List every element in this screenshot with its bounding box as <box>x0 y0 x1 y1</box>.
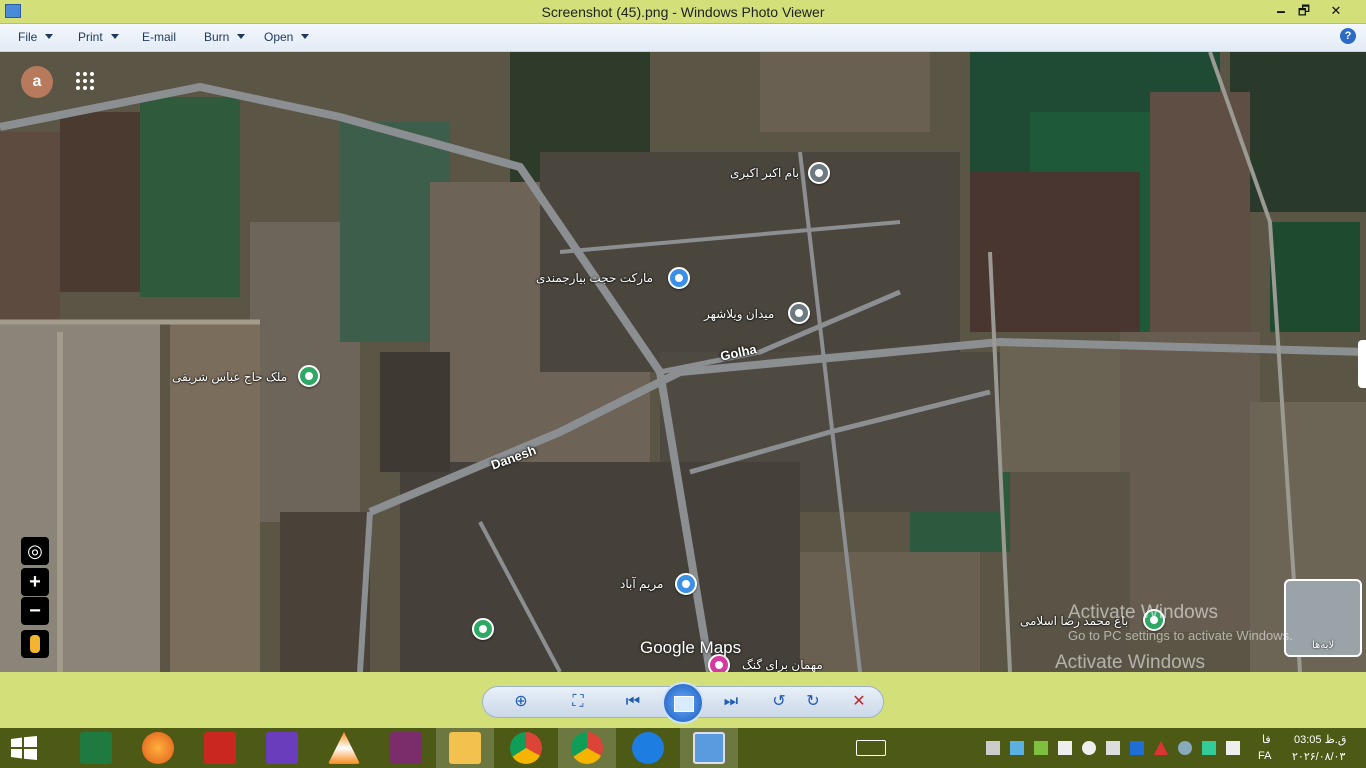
edge-icon[interactable] <box>632 732 664 764</box>
place-label[interactable]: مهمان برای گنگ <box>742 658 823 672</box>
zoom-in-button[interactable]: + <box>21 568 49 596</box>
map-pin-icon[interactable] <box>808 162 830 184</box>
keyboard-icon[interactable] <box>856 740 886 756</box>
place-label[interactable]: مریم آباد <box>620 577 663 591</box>
firefox-icon[interactable] <box>142 732 174 764</box>
rotate-ccw-icon[interactable]: ↺ <box>768 692 790 712</box>
file-explorer-icon[interactable] <box>449 732 481 764</box>
battery-icon[interactable] <box>1058 741 1072 755</box>
layers-label: لایه‌ها <box>1312 640 1335 651</box>
menu-burn[interactable]: Burn <box>204 30 246 44</box>
nvidia-icon[interactable] <box>1034 741 1048 755</box>
side-panel-handle[interactable] <box>1358 340 1366 388</box>
photo-viewer-icon[interactable] <box>693 732 725 764</box>
clock-time[interactable]: 03:05 ق.ظ <box>1294 733 1346 746</box>
apps-grid-icon[interactable] <box>76 72 94 90</box>
language-label[interactable]: فا <box>1262 733 1271 746</box>
place-label[interactable]: بام اکبر اکبری <box>730 166 799 180</box>
flower-pin-icon[interactable] <box>298 365 320 387</box>
pegman-icon[interactable] <box>21 630 49 658</box>
menu-email[interactable]: E-mail <box>142 30 176 44</box>
map-pin-icon[interactable] <box>788 302 810 324</box>
zoom-out-button[interactable]: − <box>21 597 49 625</box>
taskbar: فا FA 03:05 ق.ظ ۲۰۲۶/۰۸/۰۳ <box>0 728 1366 768</box>
chevron-down-icon <box>301 34 310 39</box>
signal-icon[interactable] <box>1106 741 1120 755</box>
locate-icon[interactable]: ◎ <box>21 537 49 565</box>
vlc-icon[interactable] <box>328 732 360 764</box>
google-maps-watermark: Google Maps <box>640 638 742 657</box>
globe-icon[interactable] <box>1178 741 1192 755</box>
rotate-cw-icon[interactable]: ↻ <box>802 692 824 712</box>
activate-windows-subtitle: Go to PC settings to activate Windows. <box>1068 628 1293 643</box>
layers-button[interactable]: لایه‌ها <box>1284 579 1362 657</box>
action-center-icon[interactable] <box>1226 741 1240 755</box>
network-tray-icon[interactable] <box>1010 741 1024 755</box>
window-title: Screenshot (45).png - Windows Photo View… <box>541 4 825 20</box>
language-code[interactable]: FA <box>1258 750 1271 762</box>
printer-icon[interactable] <box>986 741 1000 755</box>
visual-studio-icon[interactable] <box>266 732 298 764</box>
fit-window-icon[interactable]: ⛶ <box>567 692 589 712</box>
menu-print-label: Print <box>78 30 103 44</box>
chrome-icon[interactable] <box>510 732 542 764</box>
chevron-down-icon <box>237 34 246 39</box>
shopping-cart-pin-icon[interactable] <box>668 267 690 289</box>
zoom-icon[interactable]: ⊕ <box>510 692 532 712</box>
menu-email-label: E-mail <box>142 30 177 44</box>
avatar[interactable]: a <box>21 66 53 98</box>
place-label[interactable]: ملک حاج عباس شریفی <box>172 370 287 384</box>
place-label[interactable]: میدان ویلاشهر <box>704 307 774 321</box>
windows-logo-icon[interactable] <box>10 736 38 760</box>
activate-windows-title: Activate Windows <box>1068 602 1218 623</box>
next-icon[interactable]: ⏭ <box>720 692 742 712</box>
menu-print[interactable]: Print <box>78 30 119 44</box>
place-label[interactable]: مارکت حجت بیارجمندی <box>536 271 653 285</box>
acrobat-icon[interactable] <box>204 732 236 764</box>
shield-icon[interactable] <box>1202 741 1216 755</box>
warning-icon[interactable] <box>1154 741 1168 755</box>
slideshow-button[interactable] <box>662 682 704 724</box>
bluetooth-icon[interactable] <box>1130 741 1144 755</box>
winrar-icon[interactable] <box>390 732 422 764</box>
chrome-icon[interactable] <box>571 732 603 764</box>
clock-date[interactable]: ۲۰۲۶/۰۸/۰۳ <box>1292 750 1345 763</box>
title-bar: Screenshot (45).png - Windows Photo View… <box>0 0 1366 24</box>
excel-icon[interactable] <box>80 732 112 764</box>
previous-icon[interactable]: ⏮ <box>622 692 644 712</box>
help-icon[interactable]: ? <box>1340 28 1356 44</box>
chevron-down-icon <box>110 34 119 39</box>
volume-icon[interactable] <box>1082 741 1096 755</box>
menu-file-label: File <box>18 30 38 44</box>
close-button[interactable]: ✕ <box>1312 0 1360 22</box>
menu-file[interactable]: File <box>18 30 54 44</box>
photo-canvas: a Golha Danesh بام اکبر اکبری مارکت حجت … <box>0 52 1366 672</box>
viewer-toolbar: ⊕ ⛶ ⏮ ⏭ ↺ ↻ ✕ <box>0 672 1366 728</box>
chevron-down-icon <box>45 34 54 39</box>
menu-open-label: Open <box>264 30 294 44</box>
lock-pin-icon[interactable] <box>675 573 697 595</box>
delete-icon[interactable]: ✕ <box>848 692 870 712</box>
menu-open[interactable]: Open <box>264 30 310 44</box>
menu-burn-label: Burn <box>204 30 230 44</box>
activate-windows-title: Activate Windows <box>1055 652 1205 672</box>
menu-bar: File Print E-mail Burn Open ? <box>0 24 1366 52</box>
map-pin-icon[interactable] <box>472 618 494 640</box>
